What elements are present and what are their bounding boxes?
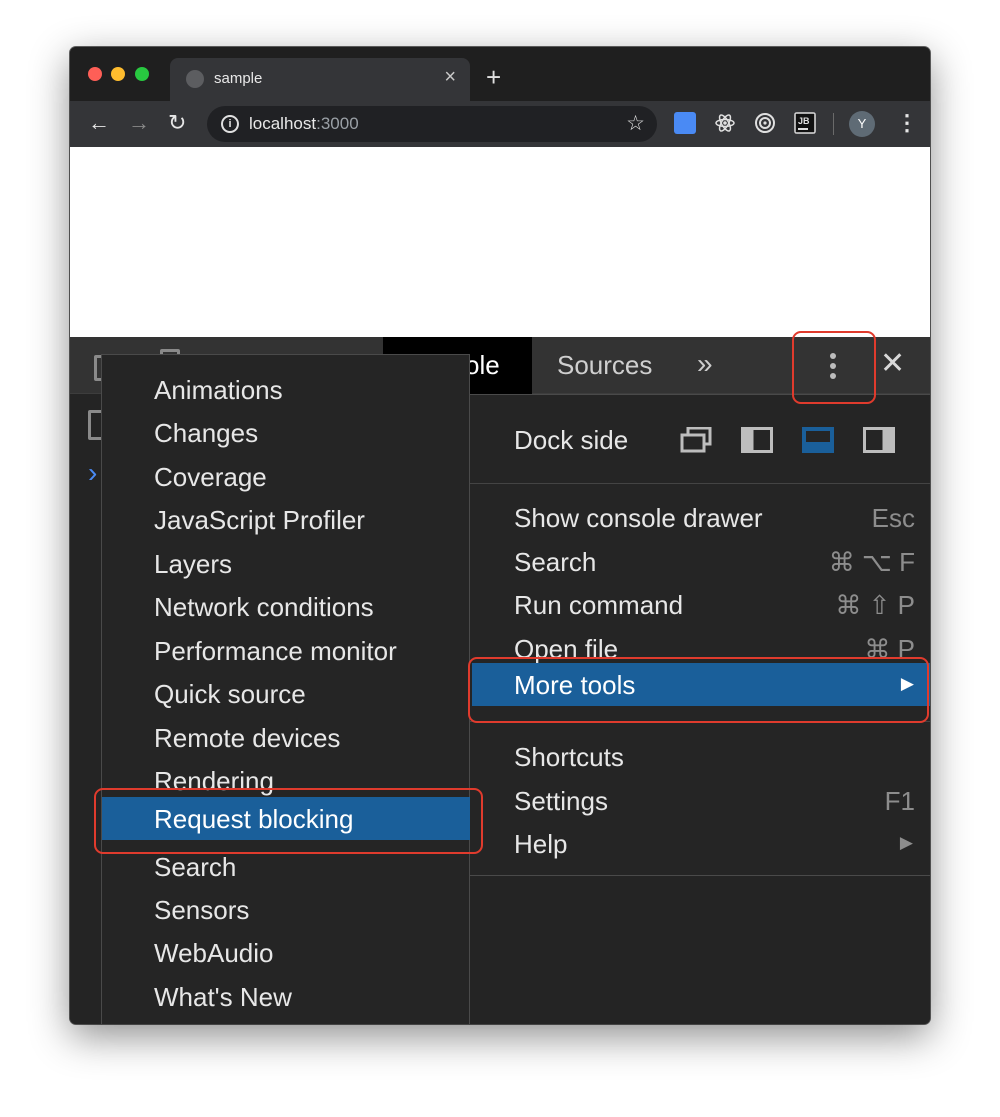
dock-right-icon[interactable] [863, 427, 895, 453]
close-window-button[interactable] [88, 67, 102, 81]
globe-icon [186, 70, 204, 88]
back-button[interactable]: ← [88, 110, 110, 136]
more-tabs-icon[interactable]: » [697, 349, 713, 379]
submenu-item-network-conditions[interactable]: Network conditions [154, 592, 374, 623]
profile-avatar[interactable]: Y [849, 111, 875, 137]
submenu-item-changes[interactable]: Changes [154, 418, 258, 449]
bookmark-star-icon[interactable]: ☆ [626, 111, 645, 136]
page-content [70, 147, 930, 337]
toolbar-divider [833, 113, 834, 135]
devtools-close-icon[interactable]: ✕ [880, 348, 905, 380]
browser-toolbar: ← → ↻ i localhost:3000 ☆ JB Y ⋮ [70, 101, 930, 147]
submenu-item-whats-new[interactable]: What's New [154, 982, 292, 1013]
submenu-item-remote-devices[interactable]: Remote devices [154, 723, 340, 754]
zoom-window-button[interactable] [135, 67, 149, 81]
submenu-item-webaudio[interactable]: WebAudio [154, 938, 274, 969]
submenu-item-coverage[interactable]: Coverage [154, 462, 267, 493]
react-devtools-extension-icon[interactable] [714, 112, 736, 134]
tab-close-icon[interactable]: × [444, 67, 456, 87]
tab-title: sample [214, 70, 263, 87]
google-translate-extension-icon[interactable] [674, 112, 696, 134]
target-extension-icon[interactable] [754, 112, 776, 134]
submenu-item-sensors[interactable]: Sensors [154, 895, 249, 926]
address-bar[interactable]: i localhost:3000 ☆ [207, 106, 657, 142]
annotation-more-tools-highlight [468, 657, 929, 723]
browser-tab[interactable]: sample × [170, 58, 470, 103]
svg-text:JB: JB [798, 116, 810, 126]
tab-sources[interactable]: Sources [532, 337, 672, 394]
new-tab-button[interactable]: + [486, 64, 501, 90]
dock-bottom-icon[interactable] [802, 427, 834, 453]
jetbrains-extension-icon[interactable]: JB [794, 112, 816, 134]
minimize-window-button[interactable] [111, 67, 125, 81]
console-prompt: › [88, 457, 98, 488]
annotation-devtools-menu-highlight [792, 331, 876, 404]
site-info-icon[interactable]: i [221, 115, 239, 133]
submenu-item-performance-monitor[interactable]: Performance monitor [154, 636, 397, 667]
submenu-item-layers[interactable]: Layers [154, 549, 232, 580]
browser-menu-icon[interactable]: ⋮ [896, 110, 918, 136]
more-tools-submenu: Animations Changes Coverage JavaScript P… [101, 354, 470, 1024]
submenu-arrow-icon: ▶ [899, 833, 913, 852]
submenu-item-quick-source[interactable]: Quick source [154, 679, 306, 710]
submenu-item-javascript-profiler[interactable]: JavaScript Profiler [154, 505, 365, 536]
dock-side-label: Dock side [514, 425, 629, 455]
browser-window: sample × + ← → ↻ i localhost:3000 ☆ JB Y… [70, 47, 930, 1024]
submenu-item-search[interactable]: Search [154, 852, 236, 883]
title-bar: sample × + [70, 47, 930, 103]
url-text: localhost:3000 [249, 114, 359, 133]
reload-button[interactable]: ↻ [168, 110, 186, 136]
annotation-request-blocking-highlight [94, 788, 483, 854]
dock-left-icon[interactable] [741, 427, 773, 453]
devtools-main-menu: Dock side Show console drawer Esc Search… [469, 394, 930, 876]
forward-button[interactable]: → [128, 110, 150, 136]
submenu-item-animations[interactable]: Animations [154, 375, 283, 406]
menu-separator [470, 483, 930, 484]
dock-undock-icon[interactable] [680, 427, 712, 453]
